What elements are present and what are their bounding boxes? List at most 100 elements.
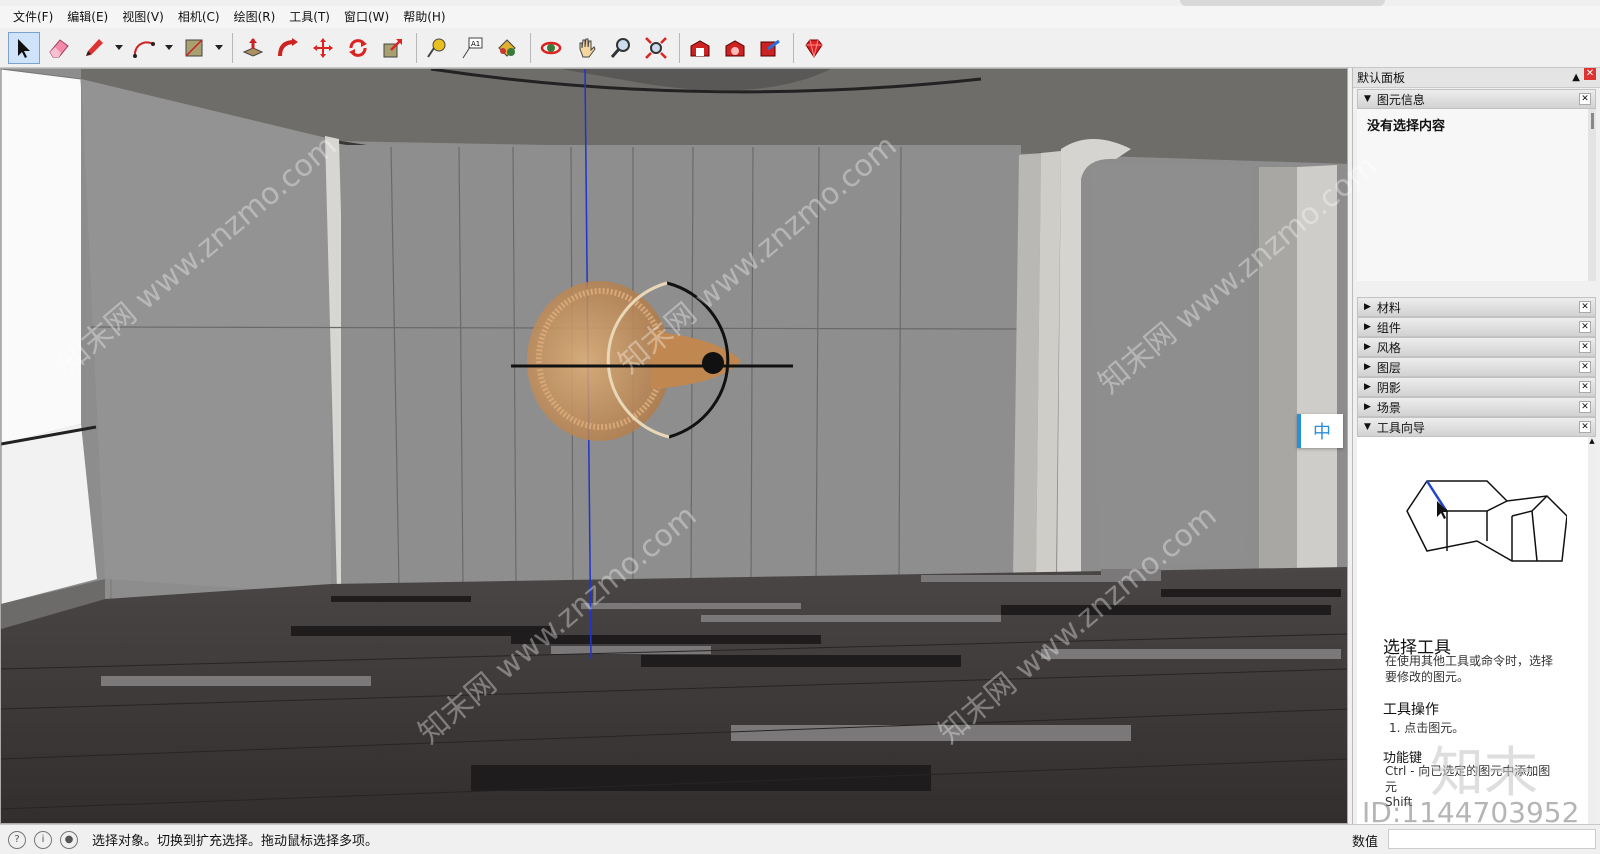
move-tool-button[interactable]	[307, 32, 339, 64]
menu-tools[interactable]: 工具(T)	[282, 6, 337, 28]
tray-shadows-title: 阴影	[1376, 380, 1401, 395]
share-model-icon	[760, 39, 780, 56]
close-icon[interactable]: ✕	[1584, 67, 1596, 80]
close-icon[interactable]: ✕	[1579, 93, 1591, 105]
menu-window[interactable]: 窗口(W)	[337, 6, 396, 28]
tray-layers-header[interactable]: ▶ 图层 ✕	[1357, 357, 1596, 377]
paint-bucket-icon	[498, 38, 516, 57]
zoom-extents-icon	[645, 36, 667, 59]
rectangle-tool-dropdown[interactable]	[213, 32, 225, 64]
eraser-tool-button[interactable]	[43, 32, 75, 64]
close-icon[interactable]: ✕	[1579, 301, 1591, 313]
scroll-up-icon[interactable]: ▲	[1588, 437, 1596, 447]
instructor-description: 在使用其他工具或命令时，选择要修改的图元。	[1385, 654, 1554, 684]
ruby-icon	[805, 39, 823, 58]
close-icon[interactable]: ✕	[1579, 381, 1591, 393]
instructor-operations-heading: 工具操作	[1383, 702, 1439, 718]
rotate-icon	[349, 38, 367, 57]
geo-location-icon[interactable]: ?	[8, 830, 26, 849]
menu-file[interactable]: 文件(F)	[6, 6, 60, 28]
follow-me-tool-button[interactable]	[272, 32, 304, 64]
menu-draw[interactable]: 绘图(R)	[227, 6, 283, 28]
tray-scenes-title: 场景	[1376, 400, 1401, 415]
chevron-down-icon	[215, 44, 223, 50]
eraser-icon	[49, 38, 69, 57]
collapsed-triangle-icon: ▶	[1364, 382, 1371, 392]
select-tool-button[interactable]	[8, 31, 40, 64]
rectangle-tool-button[interactable]	[178, 32, 210, 64]
tray-components-header[interactable]: ▶ 组件 ✕	[1357, 317, 1596, 337]
arc-icon	[133, 40, 155, 58]
line-tool-button[interactable]	[78, 32, 110, 64]
orbit-icon	[540, 41, 562, 54]
scrollbar[interactable]	[1588, 437, 1596, 825]
tray-shadows-header[interactable]: ▶ 阴影 ✕	[1357, 377, 1596, 397]
tray-materials-header[interactable]: ▶ 材料 ✕	[1357, 297, 1596, 317]
hand-icon	[579, 38, 596, 57]
select-tool-illustration	[1406, 480, 1567, 562]
menu-view[interactable]: 视图(V)	[115, 6, 171, 28]
collapsed-triangle-icon: ▶	[1364, 302, 1371, 312]
tape-measure-icon	[427, 38, 446, 58]
paint-bucket-tool-button[interactable]	[491, 32, 523, 64]
tray-styles-header[interactable]: ▶ 风格 ✕	[1357, 337, 1596, 357]
move-icon	[313, 37, 333, 58]
main-toolbar: A1	[0, 28, 1600, 68]
user-icon[interactable]: ●	[60, 830, 78, 849]
tray-instructor-header[interactable]: ▼ 工具向导 ✕	[1357, 417, 1596, 437]
magnifier-icon	[610, 37, 630, 58]
model-viewport[interactable]: 中	[0, 68, 1348, 824]
tray-entity-info-header[interactable]: ▼ 图元信息 ✕	[1357, 89, 1596, 109]
zoom-tool-button[interactable]	[605, 32, 637, 64]
collapsed-triangle-icon: ▶	[1364, 322, 1371, 332]
menu-help[interactable]: 帮助(H)	[396, 6, 452, 28]
tray-title-bar: 默认面板 ▲ ✕	[1353, 67, 1600, 88]
scale-icon	[383, 38, 402, 57]
close-icon[interactable]: ✕	[1579, 421, 1591, 433]
ruby-tool-button[interactable]	[798, 32, 830, 64]
follow-me-icon	[278, 37, 298, 56]
scene-render	[1, 69, 1347, 823]
instructor-shift-text: Shift	[1385, 795, 1413, 809]
line-tool-dropdown[interactable]	[113, 32, 125, 64]
text-tool-button[interactable]: A1	[456, 32, 488, 64]
extension-warehouse-tool-button[interactable]	[719, 32, 751, 64]
pan-tool-button[interactable]	[570, 32, 602, 64]
menu-camera[interactable]: 相机(C)	[171, 6, 227, 28]
close-icon[interactable]: ✕	[1579, 361, 1591, 373]
menu-edit[interactable]: 编辑(E)	[60, 6, 115, 28]
ime-indicator[interactable]: 中	[1297, 414, 1343, 448]
close-icon[interactable]: ✕	[1579, 341, 1591, 353]
orbit-tool-button[interactable]	[535, 32, 567, 64]
scrollbar[interactable]	[1591, 113, 1594, 129]
close-icon[interactable]: ✕	[1579, 401, 1591, 413]
credits-icon[interactable]: i	[34, 830, 52, 849]
measurements-input[interactable]	[1388, 829, 1596, 849]
tray-scenes-header[interactable]: ▶ 场景 ✕	[1357, 397, 1596, 417]
share-model-tool-button[interactable]	[754, 32, 786, 64]
warehouse-icon	[690, 39, 710, 56]
entity-info-body: 没有选择内容	[1357, 109, 1596, 281]
rotate-tool-button[interactable]	[342, 32, 374, 64]
arc-tool-dropdown[interactable]	[163, 32, 175, 64]
arc-tool-button[interactable]	[128, 32, 160, 64]
warehouse-tool-button[interactable]	[684, 32, 716, 64]
status-text: 选择对象。切换到扩充选择。拖动鼠标选择多项。	[92, 834, 379, 849]
rectangle-icon	[185, 38, 203, 57]
scale-tool-button[interactable]	[377, 32, 409, 64]
instructor-body: ▲ 选择工具 在使用其他工具或命令时，选择要修改的图元。 工具操作 1. 点击图…	[1357, 437, 1596, 825]
expanded-triangle-icon: ▼	[1364, 94, 1371, 104]
collapsed-trays: ▶ 材料 ✕ ▶ 组件 ✕ ▶ 风格 ✕ ▶ 图层 ✕ ▶ 阴影 ✕ ▶ 场景 ✕	[1353, 297, 1600, 437]
close-icon[interactable]: ✕	[1579, 321, 1591, 333]
push-pull-tool-button[interactable]	[237, 32, 269, 64]
pin-icon[interactable]: ▲	[1572, 68, 1580, 88]
toolbar-separator	[232, 32, 233, 63]
no-selection-message: 没有选择内容	[1367, 119, 1446, 134]
collapsed-triangle-icon: ▶	[1364, 362, 1371, 372]
tape-measure-tool-button[interactable]	[421, 32, 453, 64]
extension-warehouse-icon	[725, 39, 745, 56]
measurements-label: 数值	[1352, 835, 1379, 850]
chevron-down-icon	[115, 44, 123, 50]
chevron-down-icon	[165, 44, 173, 50]
zoom-extents-tool-button[interactable]	[640, 32, 672, 64]
